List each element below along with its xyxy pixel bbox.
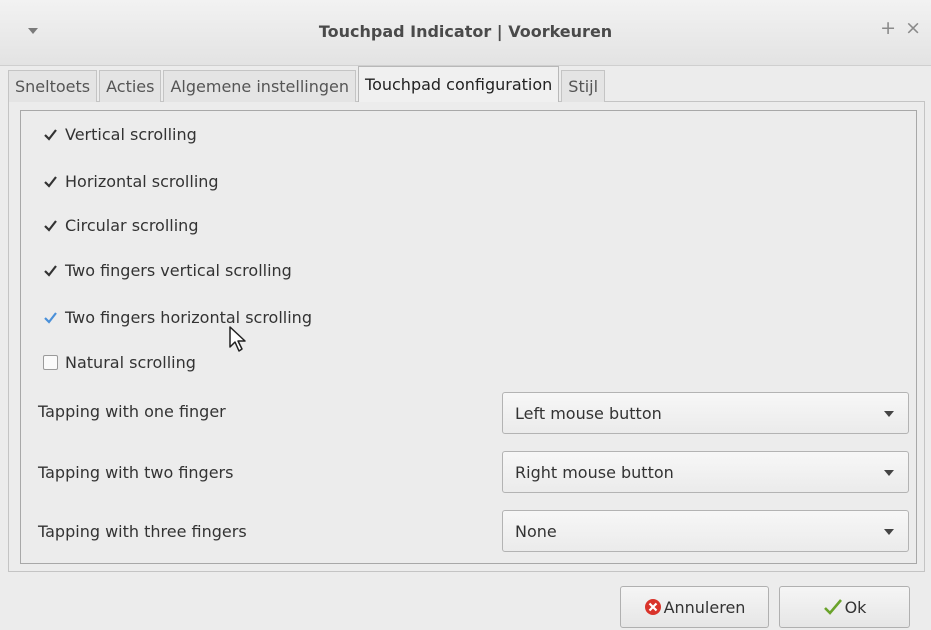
checkbox-vertical-scrolling[interactable]: Vertical scrolling	[43, 121, 197, 147]
cancel-icon	[644, 598, 662, 616]
mouse-cursor-icon	[228, 325, 250, 357]
checkmark-icon[interactable]	[43, 310, 58, 325]
checkmark-icon[interactable]	[43, 127, 58, 142]
checkbox-two-fingers-vertical-scrolling[interactable]: Two fingers vertical scrolling	[43, 257, 292, 283]
close-button[interactable]: ×	[905, 19, 921, 38]
ok-button-label: Ok	[844, 597, 867, 617]
dropdown-value: None	[515, 521, 557, 541]
checkmark-icon[interactable]	[43, 263, 58, 278]
checkbox-label: Horizontal scrolling	[65, 171, 219, 191]
maximize-button[interactable]: +	[880, 19, 896, 38]
ok-button[interactable]: Ok	[779, 586, 910, 628]
cancel-button-label: Annuleren	[663, 597, 746, 617]
preferences-window: Touchpad Indicator | Voorkeuren + × Snel…	[0, 0, 931, 630]
dropdown-value: Right mouse button	[515, 462, 674, 482]
tapping-two-fingers-dropdown[interactable]: Right mouse button	[502, 451, 909, 493]
tapping-one-finger-label: Tapping with one finger	[38, 402, 226, 421]
checkbox-unchecked-icon[interactable]	[43, 354, 58, 370]
checkbox-label: Two fingers vertical scrolling	[65, 260, 292, 280]
window-title: Touchpad Indicator | Voorkeuren	[318, 22, 613, 41]
checkbox-label: Circular scrolling	[65, 215, 199, 235]
tab-sneltoets[interactable]: Sneltoets	[8, 70, 98, 102]
checkbox-circular-scrolling[interactable]: Circular scrolling	[43, 212, 198, 238]
dropdown-value: Left mouse button	[515, 403, 662, 423]
checkbox-label: Two fingers horizontal scrolling	[65, 307, 312, 327]
cancel-button[interactable]: Annuleren	[620, 586, 769, 628]
tab-bar: Sneltoets Acties Algemene instellingen T…	[8, 66, 607, 102]
tab-stijl[interactable]: Stijl	[561, 70, 606, 102]
checkbox-natural-scrolling[interactable]: Natural scrolling	[43, 349, 196, 375]
chevron-down-icon	[884, 529, 894, 535]
title-bar[interactable]: Touchpad Indicator | Voorkeuren + ×	[0, 0, 931, 66]
tapping-three-fingers-label: Tapping with three fingers	[38, 522, 247, 541]
tapping-two-fingers-label: Tapping with two fingers	[38, 463, 234, 482]
checkmark-icon[interactable]	[43, 218, 58, 233]
touchpad-configuration-panel: Vertical scrolling Horizontal scrolling …	[20, 110, 917, 564]
checkmark-icon[interactable]	[43, 174, 58, 189]
tab-algemene-instellingen[interactable]: Algemene instellingen	[163, 70, 357, 102]
checkbox-horizontal-scrolling[interactable]: Horizontal scrolling	[43, 168, 219, 194]
checkbox-label: Vertical scrolling	[65, 124, 197, 144]
tab-acties[interactable]: Acties	[99, 70, 162, 102]
chevron-down-icon	[884, 411, 894, 417]
checkbox-two-fingers-horizontal-scrolling[interactable]: Two fingers horizontal scrolling	[43, 304, 312, 330]
chevron-down-icon	[884, 470, 894, 476]
tab-touchpad-configuration[interactable]: Touchpad configuration	[358, 66, 560, 102]
checkbox-label: Natural scrolling	[65, 352, 196, 372]
checkmark-icon	[823, 598, 843, 616]
tapping-one-finger-dropdown[interactable]: Left mouse button	[502, 392, 909, 434]
tapping-three-fingers-dropdown[interactable]: None	[502, 510, 909, 552]
